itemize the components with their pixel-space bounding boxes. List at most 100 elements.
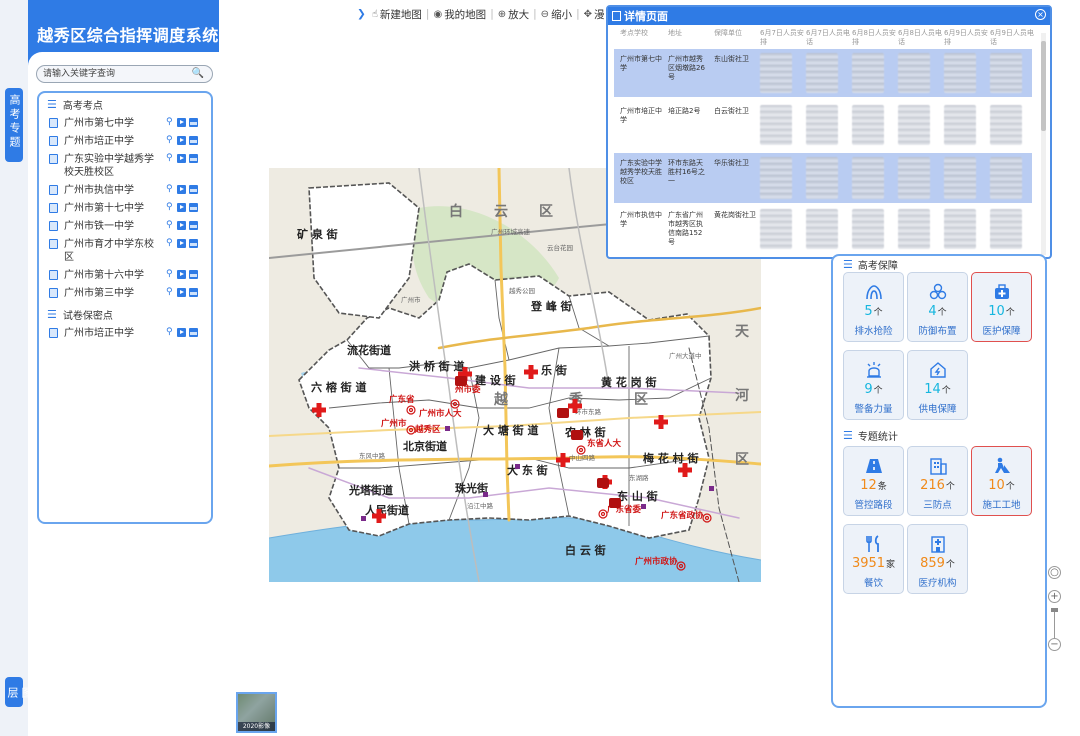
- image-icon[interactable]: [189, 154, 198, 163]
- video-icon[interactable]: [177, 239, 186, 248]
- stat-card[interactable]: 3951家 餐饮: [843, 524, 904, 594]
- image-icon[interactable]: [189, 203, 198, 212]
- table-header-cell: 考点学校: [620, 29, 648, 37]
- table-row[interactable]: 广东实验中学越秀学校天胜校区 环市东路天胜村16号之一 华乐街社卫: [614, 153, 1032, 203]
- video-icon[interactable]: [177, 203, 186, 212]
- redacted-cell: [852, 209, 884, 249]
- cell-address: 广州市越秀区烟墩路26号: [668, 55, 705, 81]
- svg-text:登 峰 街: 登 峰 街: [530, 299, 572, 313]
- video-icon[interactable]: [177, 221, 186, 230]
- image-icon[interactable]: [189, 136, 198, 145]
- video-icon[interactable]: [177, 154, 186, 163]
- image-icon[interactable]: [189, 239, 198, 248]
- stat-label: 施工工地: [982, 500, 1021, 511]
- location-pin-icon[interactable]: ⚲: [166, 238, 174, 248]
- expand-chevron-icon[interactable]: ❯: [357, 8, 366, 20]
- stat-card[interactable]: 859个 医疗机构: [907, 524, 968, 594]
- zoom-in-button[interactable]: +: [1048, 590, 1061, 603]
- table-header-cell: 6月8日人员安排: [852, 29, 896, 46]
- tree-item-actions: ⚲: [166, 327, 198, 337]
- location-pin-icon[interactable]: ⚲: [166, 153, 174, 163]
- tree-item[interactable]: 广州市育才中学东校区 ⚲: [49, 238, 199, 264]
- video-icon[interactable]: [177, 136, 186, 145]
- tree-item[interactable]: 广州市第七中学 ⚲: [49, 117, 199, 130]
- redacted-cell: [760, 105, 792, 145]
- tree-item[interactable]: 广东实验中学越秀学校天胜校区 ⚲: [49, 153, 199, 179]
- search-icon[interactable]: 🔍: [192, 68, 204, 79]
- image-icon[interactable]: [189, 185, 198, 194]
- video-icon[interactable]: [177, 328, 186, 337]
- table-row[interactable]: 广州市培正中学 培正路2号 白云街社卫: [614, 101, 1032, 149]
- popup-scrollbar-thumb[interactable]: [1041, 41, 1046, 131]
- location-pin-icon[interactable]: ⚲: [166, 202, 174, 212]
- location-pin-icon[interactable]: ⚲: [166, 287, 174, 297]
- police-icon: [844, 359, 903, 381]
- search-input[interactable]: [37, 66, 187, 82]
- video-icon[interactable]: [177, 118, 186, 127]
- toolbar-button-1[interactable]: ◉ 我的地图: [433, 7, 486, 22]
- stat-card[interactable]: 216个 三防点: [907, 446, 968, 516]
- side-tab-topic[interactable]: 高考专题: [5, 88, 23, 162]
- tree-item[interactable]: 广州市第三中学 ⚲: [49, 287, 199, 300]
- tree-group[interactable]: ☰ 试卷保密点: [47, 307, 113, 322]
- svg-text:越: 越: [493, 391, 509, 408]
- tree-item[interactable]: 广州市培正中学 ⚲: [49, 327, 199, 340]
- toolbar-button-3[interactable]: ⊖ 缩小: [541, 7, 572, 22]
- zoom-out-button[interactable]: −: [1048, 638, 1061, 651]
- image-icon[interactable]: [189, 328, 198, 337]
- basemap-thumbnail[interactable]: 2020影像: [236, 692, 277, 733]
- location-pin-icon[interactable]: ⚲: [166, 327, 174, 337]
- zoom-slider-handle[interactable]: [1051, 608, 1058, 612]
- tree-item[interactable]: 广州市第十七中学 ⚲: [49, 202, 199, 215]
- tree-item-actions: ⚲: [166, 220, 198, 230]
- image-icon[interactable]: [189, 288, 198, 297]
- stat-card[interactable]: 12条 管控路段: [843, 446, 904, 516]
- location-pin-icon[interactable]: ⚲: [166, 269, 174, 279]
- image-icon[interactable]: [189, 221, 198, 230]
- stat-card[interactable]: 10个 医护保障: [971, 272, 1032, 342]
- toolbar-button-2[interactable]: ⊕ 放大: [498, 7, 529, 22]
- redacted-cell: [806, 105, 838, 145]
- table-row[interactable]: 广州市执信中学 广东省广州市越秀区执信南路152号 黄花岗街社卫: [614, 205, 1032, 253]
- table-row[interactable]: 广州市第七中学 广州市越秀区烟墩路26号 东山街社卫: [614, 49, 1032, 97]
- image-icon[interactable]: [189, 118, 198, 127]
- location-pin-icon[interactable]: ⚲: [166, 135, 174, 145]
- tree-item[interactable]: 广州市执信中学 ⚲: [49, 184, 199, 197]
- stat-value-wrap: 14个: [908, 382, 967, 399]
- building-icon: [908, 455, 967, 477]
- redacted-cell: [990, 209, 1022, 249]
- popup-scrollbar[interactable]: [1041, 33, 1046, 255]
- tree-item[interactable]: 广州市铁一中学 ⚲: [49, 220, 199, 233]
- toolbar-button-4[interactable]: ✥ 漫: [584, 7, 605, 22]
- tree-group[interactable]: ☰ 高考考点: [47, 97, 103, 112]
- stat-card[interactable]: 14个 供电保障: [907, 350, 968, 420]
- stat-card[interactable]: 10个 施工工地: [971, 446, 1032, 516]
- svg-text:大 东 街: 大 东 街: [507, 463, 548, 477]
- side-tab-layers[interactable]: 图层: [5, 677, 33, 707]
- zoom-slider-track[interactable]: [1054, 610, 1055, 640]
- popup-close-icon[interactable]: ×: [1035, 9, 1046, 20]
- stat-card[interactable]: 5个 排水抢险: [843, 272, 904, 342]
- exam-site-tree: ☰ 高考考点广州市第七中学 ⚲ 广州市培正中学 ⚲ 广东实验中学越秀学校天胜校区 ⚲ 广州市执…: [37, 91, 213, 524]
- toolbar-button-0[interactable]: ☝ 新建地图: [372, 7, 422, 22]
- stat-card[interactable]: 9个 警备力量: [843, 350, 904, 420]
- svg-text:黄 花 岗 街: 黄 花 岗 街: [601, 375, 657, 389]
- video-icon[interactable]: [177, 270, 186, 279]
- video-icon[interactable]: [177, 185, 186, 194]
- location-pin-icon[interactable]: ⚲: [166, 184, 174, 194]
- location-pin-icon[interactable]: ⚲: [166, 220, 174, 230]
- video-icon[interactable]: [177, 288, 186, 297]
- stat-value: 3951: [851, 556, 886, 571]
- tree-item[interactable]: 广州市第十六中学 ⚲: [49, 269, 199, 282]
- stat-label: 医护保障: [982, 326, 1021, 337]
- stat-value-wrap: 3951家: [844, 556, 903, 573]
- location-pin-icon[interactable]: ⚲: [166, 117, 174, 127]
- stat-card[interactable]: 4个 防御布置: [907, 272, 968, 342]
- pan-control-icon[interactable]: ○: [1048, 566, 1061, 579]
- tree-item-actions: ⚲: [166, 287, 198, 297]
- svg-text:大 塘 街 道: 大 塘 街 道: [483, 423, 539, 437]
- tree-item[interactable]: 广州市培正中学 ⚲: [49, 135, 199, 148]
- stat-value-wrap: 859个: [908, 556, 967, 573]
- book-icon: [49, 288, 58, 298]
- image-icon[interactable]: [189, 270, 198, 279]
